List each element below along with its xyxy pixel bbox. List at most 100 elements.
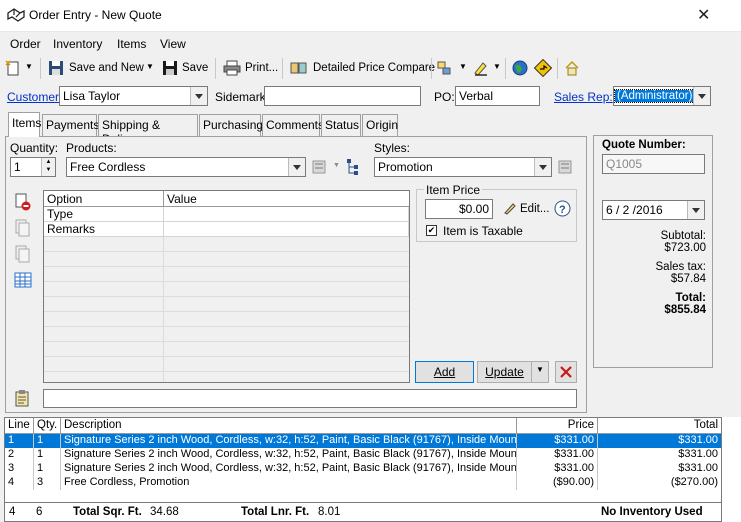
value-cell[interactable] [164, 222, 409, 237]
save-and-new-icon[interactable] [48, 60, 64, 76]
styles-select[interactable]: Promotion [374, 157, 552, 177]
quote-number-label: Quote Number: [602, 139, 686, 151]
description-cell: Signature Series 2 inch Wood, Cordless, … [61, 434, 517, 448]
menu-items[interactable]: Items [117, 37, 146, 51]
option-cell[interactable]: Remarks [44, 222, 164, 237]
item-price-field[interactable]: $0.00 [425, 199, 493, 219]
tab-shipping-delivery[interactable]: Shipping & Delivery [98, 114, 198, 146]
new-dropdown-arrow-icon[interactable]: ▼ [25, 62, 33, 71]
highlight-pen-icon[interactable] [473, 60, 489, 76]
quote-date-picker[interactable]: 6 / 2 /2016 [602, 200, 705, 220]
stepper-arrows-icon[interactable]: ▲ ▼ [41, 158, 55, 176]
value-column-header[interactable]: Value [164, 191, 409, 207]
table-row[interactable]: 1 1 Signature Series 2 inch Wood, Cordle… [5, 434, 721, 448]
save-button[interactable]: Save [182, 62, 208, 74]
menu-view[interactable]: View [160, 37, 186, 51]
sidemark-field[interactable] [264, 86, 421, 106]
pencil-icon[interactable] [503, 201, 517, 215]
delete-option-icon[interactable] [14, 193, 32, 211]
po-label: PO: [434, 90, 455, 104]
tab-label: Comments [266, 118, 325, 132]
products-label: Products: [66, 141, 117, 155]
total-cell: $331.00 [678, 448, 718, 460]
tab-items[interactable]: Items [8, 112, 41, 137]
quantity-stepper[interactable]: 1 ▲ ▼ [10, 157, 56, 177]
tab-payments[interactable]: Payments [42, 114, 99, 136]
chevron-down-icon[interactable] [190, 87, 207, 105]
table-row[interactable]: 4 3 Free Cordless, Promotion ($90.00) ($… [5, 476, 721, 490]
save-and-new-button[interactable]: Save and New [69, 62, 144, 74]
description-column-header[interactable]: Description [61, 418, 517, 434]
table-row[interactable]: 3 1 Signature Series 2 inch Wood, Cordle… [5, 462, 721, 476]
detailed-price-compare-button[interactable]: Detailed Price Compare [313, 62, 435, 74]
sales-rep-select[interactable]: (Administrator) [613, 86, 711, 106]
update-button[interactable]: Update [477, 361, 532, 383]
directions-sign-icon[interactable] [534, 59, 552, 77]
tab-purchasing[interactable]: Purchasing [199, 114, 263, 136]
taxable-checkbox[interactable]: ✔ [426, 225, 437, 236]
products-select[interactable]: Free Cordless [66, 157, 306, 177]
layout-icon[interactable] [437, 60, 455, 76]
table-view-icon[interactable] [14, 271, 32, 289]
option-column-header[interactable]: Option [44, 191, 164, 207]
delete-item-button[interactable] [555, 361, 577, 383]
qty-column-header[interactable]: Qty. [34, 418, 61, 434]
home-icon[interactable] [564, 60, 580, 76]
chevron-down-icon[interactable] [288, 158, 305, 176]
line-column-header[interactable]: Line [5, 418, 34, 434]
help-icon[interactable]: ? [554, 200, 571, 217]
value-cell[interactable] [164, 207, 409, 222]
price-compare-icon[interactable] [290, 60, 308, 76]
new-document-icon[interactable] [5, 60, 21, 76]
products-value: Free Cordless [70, 160, 146, 174]
footer-qty-total: 6 [36, 506, 43, 518]
globe-icon[interactable] [512, 60, 528, 76]
quote-number-field: Q1005 [602, 154, 705, 174]
svg-text:?: ? [559, 204, 566, 216]
edit-price-button[interactable]: Edit... [520, 203, 549, 215]
update-label: Update [485, 365, 524, 379]
chevron-down-icon[interactable] [534, 158, 551, 176]
product-tree-icon[interactable] [345, 158, 361, 176]
calendar-dropdown-icon[interactable] [687, 201, 704, 219]
menu-inventory[interactable]: Inventory [53, 37, 102, 51]
product-options-icon[interactable] [312, 159, 328, 175]
qty-cell: 1 [34, 462, 61, 476]
update-dropdown-icon[interactable]: ▼ [531, 361, 549, 383]
price-column-header[interactable]: Price [517, 418, 598, 434]
total-column-header[interactable]: Total [598, 418, 721, 434]
option-cell[interactable]: Type [44, 207, 164, 222]
tab-origin[interactable]: Origin [362, 114, 398, 136]
customer-link[interactable]: Customer: [7, 90, 62, 104]
customer-select[interactable]: Lisa Taylor [59, 86, 208, 106]
options-grid[interactable]: Option Value Type Remarks [43, 190, 410, 383]
save-and-new-dropdown-icon[interactable]: ▼ [146, 62, 154, 71]
table-row[interactable]: 2 1 Signature Series 2 inch Wood, Cordle… [5, 448, 721, 462]
menu-order[interactable]: Order [10, 37, 41, 51]
po-field[interactable]: Verbal [455, 86, 540, 106]
red-x-icon [560, 366, 572, 378]
sidemark-label: Sidemark: [215, 90, 270, 104]
pen-dropdown-icon[interactable]: ▼ [493, 62, 501, 71]
notes-clipboard-icon[interactable] [14, 389, 32, 407]
line-items-grid[interactable]: Line Qty. Description Price Total 1 1 Si… [4, 417, 722, 522]
chevron-down-icon[interactable] [693, 87, 710, 105]
tab-comments[interactable]: Comments [262, 114, 324, 136]
print-icon[interactable] [223, 60, 241, 76]
print-button[interactable]: Print... [245, 62, 278, 74]
layout-dropdown-icon[interactable]: ▼ [459, 62, 467, 71]
total-lnft-value: 8.01 [318, 506, 341, 518]
close-icon[interactable]: ✕ [697, 5, 710, 25]
tab-status[interactable]: Status [321, 114, 361, 136]
add-button[interactable]: Add [415, 361, 474, 383]
paste-option-icon[interactable] [14, 245, 32, 263]
style-options-icon[interactable] [558, 159, 574, 175]
save-icon[interactable] [162, 60, 178, 76]
sales-rep-link[interactable]: Sales Rep: [554, 90, 613, 104]
total-cell: $331.00 [678, 462, 718, 474]
copy-option-icon[interactable] [14, 219, 32, 237]
item-notes-field[interactable] [43, 389, 577, 408]
total-lnft-label: Total Lnr. Ft. [241, 506, 310, 518]
product-options-dropdown-icon[interactable]: ▼ [333, 162, 340, 169]
quantity-value: 1 [14, 160, 21, 174]
